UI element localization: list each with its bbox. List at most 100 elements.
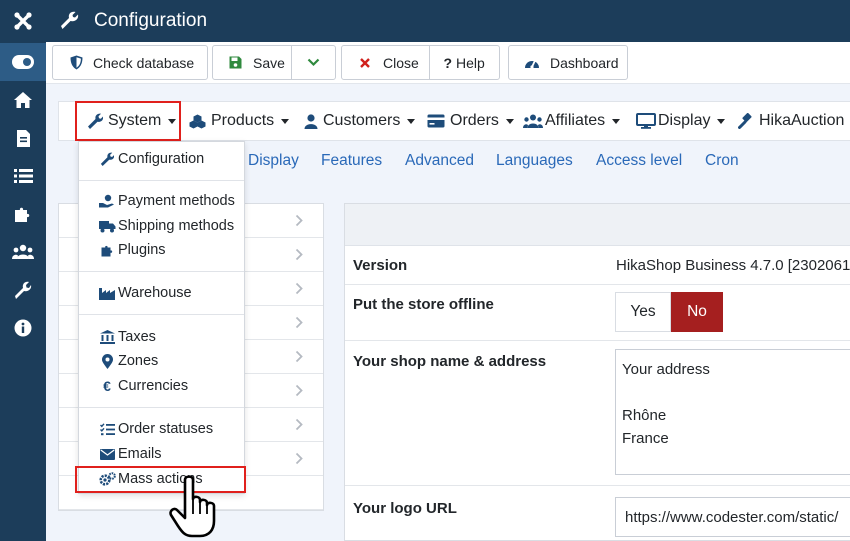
caret-down-icon <box>612 118 621 124</box>
menu-orders-label: Orders <box>450 112 499 129</box>
joomla-logo-icon[interactable] <box>0 0 46 42</box>
sidebar-toggle-icon[interactable] <box>0 43 46 81</box>
system-wrench-icon[interactable] <box>0 271 46 309</box>
user-icon <box>304 113 318 129</box>
dropdown-item-label: Emails <box>118 446 162 462</box>
check-database-button[interactable]: Check database <box>52 45 208 80</box>
dropdown-item-label: Shipping methods <box>118 218 235 234</box>
dashboard-button[interactable]: Dashboard <box>508 45 628 80</box>
address-line <box>622 381 845 404</box>
logo-url-input[interactable]: https://www.codester.com/static/ <box>615 497 850 537</box>
wrench-icon <box>98 152 116 166</box>
chevron-right-icon <box>295 452 303 465</box>
admin-sidebar <box>0 0 46 541</box>
bank-icon <box>98 330 116 344</box>
menu-divider <box>79 407 244 408</box>
tab-advanced[interactable]: Advanced <box>405 152 474 170</box>
tab-display[interactable]: Display <box>248 152 299 170</box>
menu-affiliates-label: Affiliates <box>545 112 606 129</box>
components-puzzle-icon[interactable] <box>0 195 46 233</box>
content-icon[interactable] <box>0 119 46 157</box>
question-icon: ? <box>443 54 452 71</box>
dropdown-item-emails[interactable]: Emails <box>79 442 244 466</box>
desktop-icon <box>636 113 656 129</box>
save-options-toggle[interactable] <box>291 46 335 79</box>
menu-affiliates[interactable]: Affiliates <box>523 102 621 140</box>
chevron-right-icon <box>295 316 303 329</box>
tasks-list-icon <box>98 422 116 436</box>
chevron-right-icon <box>295 282 303 295</box>
close-button[interactable]: Close <box>342 46 429 79</box>
close-icon <box>359 57 371 68</box>
dropdown-item-configuration[interactable]: Configuration <box>79 147 244 171</box>
dropdown-item-label: Currencies <box>118 378 189 394</box>
dropdown-item-warehouse[interactable]: Warehouse <box>79 281 244 305</box>
chevron-down-icon <box>307 58 320 67</box>
home-icon[interactable] <box>0 81 46 119</box>
menu-divider <box>79 271 244 272</box>
tab-cron[interactable]: Cron <box>705 152 739 170</box>
system-highlight-box <box>75 101 181 141</box>
save-button[interactable]: Save <box>213 46 291 79</box>
truck-icon <box>98 220 116 233</box>
menu-hikaauction-label: HikaAuction <box>759 112 845 129</box>
close-label: Close <box>383 54 419 71</box>
close-help-group: Close ? Help <box>341 45 500 80</box>
help-button[interactable]: ? Help <box>429 46 499 79</box>
menu-customers-label: Customers <box>323 112 401 129</box>
menus-list-icon[interactable] <box>0 157 46 195</box>
menu-display[interactable]: Display <box>636 102 726 140</box>
row-divider <box>345 340 850 341</box>
row-divider <box>345 284 850 285</box>
dropdown-item-shipping-methods[interactable]: Shipping methods <box>79 214 244 238</box>
user-group-icon <box>523 114 543 129</box>
dropdown-item-currencies[interactable]: € Currencies <box>79 374 244 398</box>
chevron-right-icon <box>295 418 303 431</box>
address-textarea[interactable]: Your address Rhône France <box>615 349 850 475</box>
caret-down-icon <box>505 118 514 124</box>
hand-pointer-cursor-icon <box>169 475 216 538</box>
check-database-label: Check database <box>93 54 195 71</box>
caret-down-icon <box>717 118 726 124</box>
dropdown-item-plugins[interactable]: Plugins <box>79 238 244 262</box>
dropdown-item-order-statuses[interactable]: Order statuses <box>79 417 244 441</box>
dropdown-item-taxes[interactable]: Taxes <box>79 325 244 349</box>
dropdown-item-zones[interactable]: Zones <box>79 349 244 373</box>
info-icon[interactable] <box>0 309 46 347</box>
dropdown-item-payment-methods[interactable]: Payment methods <box>79 189 244 213</box>
users-icon[interactable] <box>0 233 46 271</box>
menu-products[interactable]: Products <box>189 102 290 140</box>
wrench-icon <box>61 11 79 29</box>
menu-customers[interactable]: Customers <box>304 102 416 140</box>
tab-access-level[interactable]: Access level <box>596 152 682 170</box>
dropdown-item-label: Taxes <box>118 329 156 345</box>
floppy-disk-icon <box>227 56 243 69</box>
row-divider <box>345 485 850 486</box>
shield-icon <box>67 55 85 70</box>
dropdown-item-label: Payment methods <box>118 193 235 209</box>
menu-hikaauction[interactable]: HikaAuction <box>738 102 850 140</box>
cubes-icon <box>189 114 206 129</box>
help-label: Help <box>456 54 485 71</box>
dropdown-item-label: Plugins <box>118 242 166 258</box>
dropdown-item-label: Configuration <box>118 151 205 167</box>
tab-languages[interactable]: Languages <box>496 152 573 170</box>
address-line: Rhône <box>622 407 667 424</box>
gauge-icon <box>523 56 541 69</box>
menu-display-label: Display <box>658 112 711 129</box>
save-label: Save <box>253 54 285 71</box>
offline-label: Put the store offline <box>353 296 494 313</box>
menu-orders[interactable]: Orders <box>427 102 514 140</box>
offline-yes-button[interactable]: Yes <box>615 292 671 332</box>
tab-features[interactable]: Features <box>321 152 382 170</box>
version-label: Version <box>353 257 408 274</box>
industry-icon <box>98 287 116 300</box>
save-button-group: Save <box>212 45 336 80</box>
caret-down-icon <box>407 118 416 124</box>
config-main-panel: Version HikaShop Business 4.7.0 [2302061… <box>344 203 850 541</box>
chevron-right-icon <box>295 384 303 397</box>
dropdown-item-label: Zones <box>118 353 159 369</box>
address-label: Your shop name & address <box>353 353 547 370</box>
offline-no-button[interactable]: No <box>671 292 723 332</box>
envelope-icon <box>98 448 116 460</box>
